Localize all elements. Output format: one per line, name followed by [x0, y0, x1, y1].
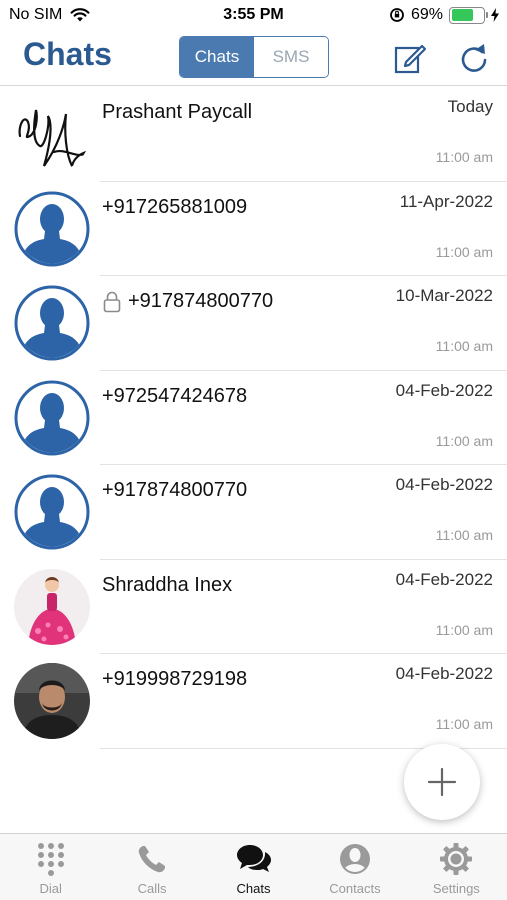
segment-chats[interactable]: Chats	[180, 37, 254, 77]
chat-time: 11:00 am	[435, 621, 493, 638]
chat-time: 11:00 am	[435, 432, 493, 449]
default-user-icon	[14, 191, 90, 267]
compose-icon[interactable]	[392, 40, 428, 76]
tab-label: Chats	[236, 881, 271, 896]
chat-name: +972547424678	[102, 384, 248, 407]
chat-date: 11-Apr-2022	[399, 191, 493, 211]
tab-settings[interactable]: Settings	[406, 834, 507, 900]
chat-name: +917874800770	[128, 290, 274, 312]
chat-date: 04-Feb-2022	[395, 569, 493, 589]
tab-chats[interactable]: Chats	[203, 834, 304, 900]
dialpad-icon	[37, 843, 64, 876]
lock-icon	[103, 291, 121, 312]
orientation-lock-icon	[390, 8, 404, 22]
charging-bolt-icon	[491, 8, 499, 22]
chat-name: Prashant Paycall	[102, 101, 253, 123]
chat-name: +919998729198	[102, 668, 248, 690]
phone-icon	[138, 846, 166, 873]
chat-name: +917265881009	[102, 195, 248, 218]
default-user-icon	[14, 285, 90, 361]
chat-row[interactable]: +919998729198 04-Feb-2022 11:00 am	[0, 654, 507, 749]
status-bar: No SIM 3:55 PM 69%	[0, 0, 507, 30]
refresh-icon[interactable]	[456, 40, 492, 76]
signature-avatar	[14, 96, 90, 172]
chat-name: +917874800770	[102, 479, 248, 501]
chat-row[interactable]: Shraddha Inex 04-Feb-2022 11:00 am	[0, 560, 507, 654]
chat-row[interactable]: +917874800770 04-Feb-2022 11:00 am	[0, 465, 507, 560]
person-photo-avatar	[14, 663, 90, 739]
header: Chats Chats SMS	[0, 30, 507, 86]
chat-row[interactable]: +917265881009 11-Apr-2022 11:00 am	[0, 182, 507, 276]
tab-label: Calls	[137, 881, 167, 896]
gear-icon	[440, 843, 473, 875]
tab-bar: Dial Calls Chats Contacts Settings	[0, 833, 507, 900]
default-user-icon	[14, 380, 90, 456]
chat-date: Today	[447, 97, 493, 116]
chat-row[interactable]: Prashant Paycall Today 11:00 am	[0, 87, 507, 182]
doll-photo-avatar	[14, 568, 90, 645]
chat-name: Shraddha Inex	[102, 573, 233, 596]
chat-time: 11:00 am	[435, 716, 493, 732]
chat-bubbles-icon	[236, 845, 271, 872]
tab-label: Dial	[39, 881, 62, 896]
tab-calls[interactable]: Calls	[101, 834, 202, 900]
new-chat-button[interactable]	[404, 744, 480, 820]
chat-date: 04-Feb-2022	[395, 664, 493, 683]
chat-time: 11:00 am	[435, 243, 493, 260]
segment-sms[interactable]: SMS	[254, 37, 328, 77]
chats-sms-segmented-control: Chats SMS	[179, 36, 329, 78]
default-user-icon	[14, 474, 90, 550]
tab-dial[interactable]: Dial	[0, 834, 101, 900]
chat-time: 11:00 am	[435, 338, 493, 354]
chat-date: 10-Mar-2022	[395, 286, 493, 305]
chat-date: 04-Feb-2022	[395, 380, 493, 400]
tab-label: Settings	[432, 881, 480, 896]
contact-icon	[339, 844, 370, 874]
chat-time: 11:00 am	[435, 149, 493, 165]
chat-time: 11:00 am	[435, 527, 493, 543]
chat-row[interactable]: +917874800770 10-Mar-2022 11:00 am	[0, 276, 507, 371]
battery-icon	[449, 6, 488, 24]
chat-list: Prashant Paycall Today 11:00 am +9172658…	[0, 87, 507, 749]
chat-row[interactable]: +972547424678 04-Feb-2022 11:00 am	[0, 371, 507, 465]
chat-date: 04-Feb-2022	[395, 475, 493, 494]
battery-percent: 69%	[410, 6, 443, 23]
page-title: Chats	[23, 36, 112, 72]
plus-icon	[427, 767, 457, 797]
tab-contacts[interactable]: Contacts	[304, 834, 405, 900]
tab-label: Contacts	[329, 881, 381, 896]
